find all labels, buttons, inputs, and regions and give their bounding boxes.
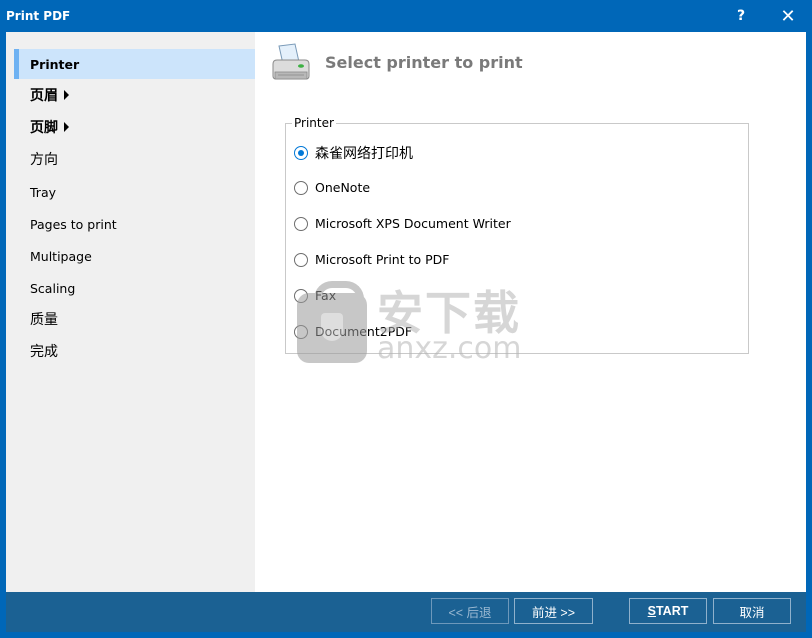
start-label-rest: TART	[655, 604, 689, 618]
title-bar[interactable]: Print PDF ? ✕	[0, 0, 812, 32]
printer-icon	[272, 43, 310, 80]
sidebar-item-footer[interactable]: 页脚	[14, 112, 255, 142]
radio-button[interactable]	[294, 324, 308, 339]
sidebar-item-scaling[interactable]: Scaling	[14, 273, 255, 303]
printer-option-label: OneNote	[315, 180, 371, 195]
help-button[interactable]: ?	[718, 0, 764, 32]
sidebar-item-quality[interactable]: 质量	[14, 304, 255, 334]
printer-option-label: Fax	[315, 288, 337, 303]
sidebar-item-label: 方向	[30, 152, 58, 168]
radio-button-checked[interactable]	[294, 146, 308, 160]
start-button[interactable]: S TART	[629, 598, 707, 624]
sidebar-item-label: 页眉	[30, 88, 58, 104]
printer-option-label: Microsoft Print to PDF	[315, 252, 450, 267]
expand-arrow-icon	[64, 122, 69, 132]
sidebar: Printer 页眉 页脚 方向 Tray Pages to print Mul…	[6, 32, 255, 592]
footer-bar: << 后退 前进 >> S TART 取消	[6, 592, 806, 632]
printer-option-senque[interactable]: 森雀网络打印机	[294, 143, 413, 163]
sidebar-item-label: Scaling	[30, 280, 76, 296]
cancel-button[interactable]: 取消	[713, 598, 791, 624]
radio-button[interactable]	[294, 180, 308, 195]
printer-option-label: 森雀网络打印机	[315, 146, 413, 162]
close-button[interactable]: ✕	[765, 0, 811, 32]
sidebar-item-label: Tray	[30, 184, 56, 200]
printer-option-document2pdf[interactable]: Document2PDF	[294, 324, 412, 339]
next-button[interactable]: 前进 >>	[514, 598, 593, 624]
sidebar-item-tray[interactable]: Tray	[14, 177, 255, 207]
sidebar-item-pages-to-print[interactable]: Pages to print	[14, 209, 255, 239]
start-accelerator: S	[647, 604, 656, 618]
printer-option-label: Document2PDF	[315, 324, 413, 339]
page-title: Select printer to print	[325, 53, 523, 72]
printer-option-xps[interactable]: Microsoft XPS Document Writer	[294, 216, 511, 231]
sidebar-item-multipage[interactable]: Multipage	[14, 241, 255, 271]
sidebar-item-orientation[interactable]: 方向	[14, 144, 255, 174]
content-panel: Select printer to print Printer 森雀网络打印机 …	[255, 32, 806, 592]
sidebar-item-label: Printer	[30, 56, 80, 72]
sidebar-item-label: 页脚	[30, 120, 58, 136]
sidebar-item-printer[interactable]: Printer	[14, 49, 255, 79]
printer-group-legend: Printer	[292, 116, 336, 130]
printer-option-print-to-pdf[interactable]: Microsoft Print to PDF	[294, 252, 449, 267]
window-title: Print PDF	[6, 9, 71, 23]
sidebar-item-label: Multipage	[30, 248, 92, 264]
printer-option-fax[interactable]: Fax	[294, 288, 336, 303]
radio-button[interactable]	[294, 216, 308, 231]
printer-option-onenote[interactable]: OneNote	[294, 180, 370, 195]
back-button[interactable]: << 后退	[431, 598, 509, 624]
radio-button[interactable]	[294, 288, 308, 303]
print-pdf-window: Print PDF ? ✕ Printer 页眉 页脚 方向 Tray Page…	[0, 0, 812, 638]
radio-button[interactable]	[294, 252, 308, 267]
sidebar-item-label: 质量	[30, 312, 58, 328]
sidebar-item-label: 完成	[30, 344, 58, 360]
sidebar-item-header[interactable]: 页眉	[14, 80, 255, 110]
dialog-client: Printer 页眉 页脚 方向 Tray Pages to print Mul…	[6, 32, 806, 632]
sidebar-item-label: Pages to print	[30, 216, 117, 232]
printer-groupbox: Printer 森雀网络打印机 OneNote Microsoft XPS Do…	[285, 116, 749, 354]
printer-option-label: Microsoft XPS Document Writer	[315, 216, 511, 231]
expand-arrow-icon	[64, 90, 69, 100]
sidebar-item-finish[interactable]: 完成	[14, 336, 255, 366]
